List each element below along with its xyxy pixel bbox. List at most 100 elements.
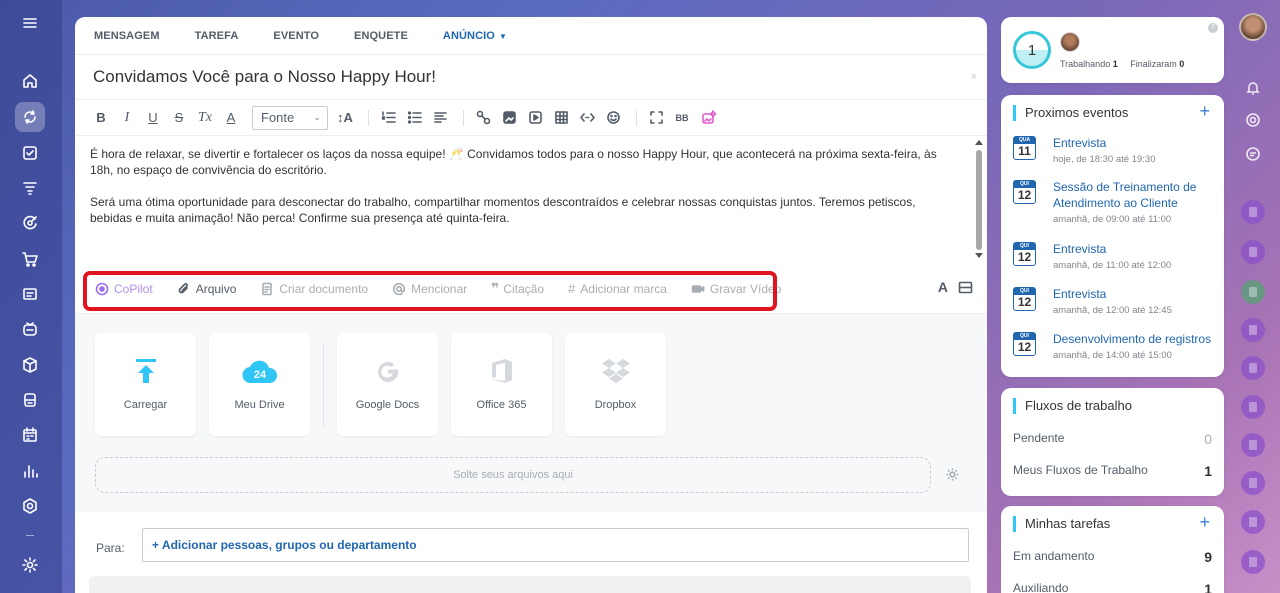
upload-local-button[interactable]: Carregar [95,333,196,436]
help-icon[interactable]: ? [1208,23,1218,33]
contact-icon[interactable] [1241,240,1265,264]
storage-icon[interactable] [15,385,45,415]
contact-icon[interactable] [1241,550,1265,574]
event-title[interactable]: Entrevista [1053,241,1218,257]
image-icon[interactable] [498,107,520,129]
office-365-button[interactable]: Office 365 [451,333,552,436]
event-title[interactable]: Desenvolvimento de registros [1053,331,1218,347]
calendar-icon[interactable] [15,420,45,450]
my-drive-button[interactable]: 24 Meu Drive [209,333,310,436]
attach-file-button[interactable]: Arquivo [177,282,236,296]
calendar-day: 12 [1017,250,1032,264]
event-item[interactable]: QUI 12 Entrevista amanhã, de 12:00 até 1… [1013,287,1218,321]
contact-icon[interactable] [1241,200,1265,224]
event-title[interactable]: Entrevista [1053,135,1218,151]
contact-icon[interactable] [1241,280,1265,304]
link-icon[interactable] [472,107,494,129]
workflow-row[interactable]: Pendente 0 [1013,431,1212,447]
recipients-input[interactable]: + Adicionar pessoas, grupos ou departame… [142,528,969,562]
tab-poll[interactable]: ENQUETE [354,30,408,42]
tab-message[interactable]: MENSAGEM [94,30,160,42]
analytics-icon[interactable] [15,456,45,486]
mention-button[interactable]: Mencionar [392,282,467,296]
tab-event[interactable]: EVENTO [273,30,319,42]
crm-icon[interactable] [15,208,45,238]
video-icon[interactable] [524,107,546,129]
google-docs-button[interactable]: Google Docs [337,333,438,436]
event-item[interactable]: QUI 12 Entrevista amanhã, de 11:00 até 1… [1013,242,1218,276]
post-title-input[interactable]: Convidamos Você para o Nosso Happy Hour! [93,67,436,87]
event-title[interactable]: Entrevista [1053,286,1218,302]
add-event-button[interactable]: + [1199,101,1210,122]
panel-toggle-icon[interactable] [958,280,973,295]
contact-icon[interactable] [1241,510,1265,534]
align-icon[interactable] [429,107,451,129]
event-item[interactable]: QUI 12 Desenvolvimento de registros aman… [1013,332,1218,366]
scroll-down-icon[interactable] [975,253,983,258]
create-document-button[interactable]: Criar documento [260,282,368,296]
event-item[interactable]: QUI 12 Sessão de Treinamento de Atendime… [1013,180,1218,230]
bold-button[interactable]: B [90,107,112,129]
copilot-icon[interactable] [1243,110,1263,130]
filter-icon[interactable] [15,173,45,203]
contact-icon[interactable] [1241,395,1265,419]
work-status-card[interactable]: 1 Trabalhando 1 Finalizaram 0 ? [1001,17,1224,83]
underline-button[interactable]: U [142,107,164,129]
settings-icon[interactable] [15,550,45,580]
clear-format-button[interactable]: Tx [194,107,216,129]
bullet-list-icon[interactable] [403,107,425,129]
font-select[interactable]: Fonte ⌄ [252,105,328,130]
contact-icon[interactable] [1241,433,1265,457]
add-task-button[interactable]: + [1199,512,1210,533]
quote-button[interactable]: ❞ Citação [491,280,544,297]
automation-icon[interactable] [15,491,45,521]
emoji-icon[interactable] [602,107,624,129]
contact-icon[interactable] [1241,471,1265,495]
task-row[interactable]: Auxiliando 1 [1013,581,1212,593]
inbox-icon[interactable] [15,314,45,344]
box-icon[interactable] [15,350,45,380]
contact-icon[interactable] [1241,356,1265,380]
menu-icon[interactable] [15,8,45,38]
numbered-list-icon[interactable] [377,107,399,129]
italic-button[interactable]: I [116,107,138,129]
bell-icon[interactable] [1243,78,1263,98]
chat-icon[interactable] [1243,144,1263,164]
font-size-button[interactable]: ↕A [334,107,356,129]
task-row[interactable]: Em andamento 9 [1013,549,1212,565]
cart-icon[interactable] [15,244,45,274]
dropbox-button[interactable]: Dropbox [565,333,666,436]
document-icon [262,282,273,295]
file-dropzone[interactable]: Solte seus arquivos aqui [95,457,931,493]
ai-image-icon[interactable] [697,107,719,129]
contact-icon[interactable] [1241,318,1265,342]
scrollbar-thumb[interactable] [976,150,982,250]
tasks-icon[interactable] [15,138,45,168]
event-item[interactable]: QUA 11 Entrevista hoje, de 18:30 até 19:… [1013,136,1218,170]
copilot-button[interactable]: CoPilot [95,282,153,296]
task-value: 9 [1204,549,1212,565]
editor-scrollbar[interactable] [975,140,983,258]
event-title[interactable]: Sessão de Treinamento de Atendimento ao … [1053,179,1218,211]
workflow-row[interactable]: Meus Fluxos de Trabalho 1 [1013,463,1212,479]
code-icon[interactable] [576,107,598,129]
add-tag-button[interactable]: # Adicionar marca [568,281,667,296]
formatting-toggle-button[interactable]: A [938,279,948,295]
fullscreen-icon[interactable] [645,107,667,129]
editor-body[interactable]: É hora de relaxar, se divertir e fortale… [75,136,987,264]
user-avatar[interactable] [1239,13,1267,41]
close-icon[interactable]: × [971,71,977,83]
tab-task[interactable]: TAREFA [195,30,239,42]
feed-icon[interactable] [15,102,45,132]
record-video-button[interactable]: Gravar Vídeo [691,282,781,296]
scroll-up-icon[interactable] [975,140,983,145]
add-recipients-link[interactable]: + Adicionar pessoas, grupos ou departame… [152,538,417,552]
bbcode-icon[interactable]: BB [671,107,693,129]
table-icon[interactable] [550,107,572,129]
tab-announcement[interactable]: ANÚNCIO ▼ [443,30,507,42]
text-color-button[interactable]: A [220,107,242,129]
gear-icon[interactable] [945,467,960,485]
strikethrough-button[interactable]: S [168,107,190,129]
home-icon[interactable] [15,66,45,96]
sites-icon[interactable] [15,279,45,309]
